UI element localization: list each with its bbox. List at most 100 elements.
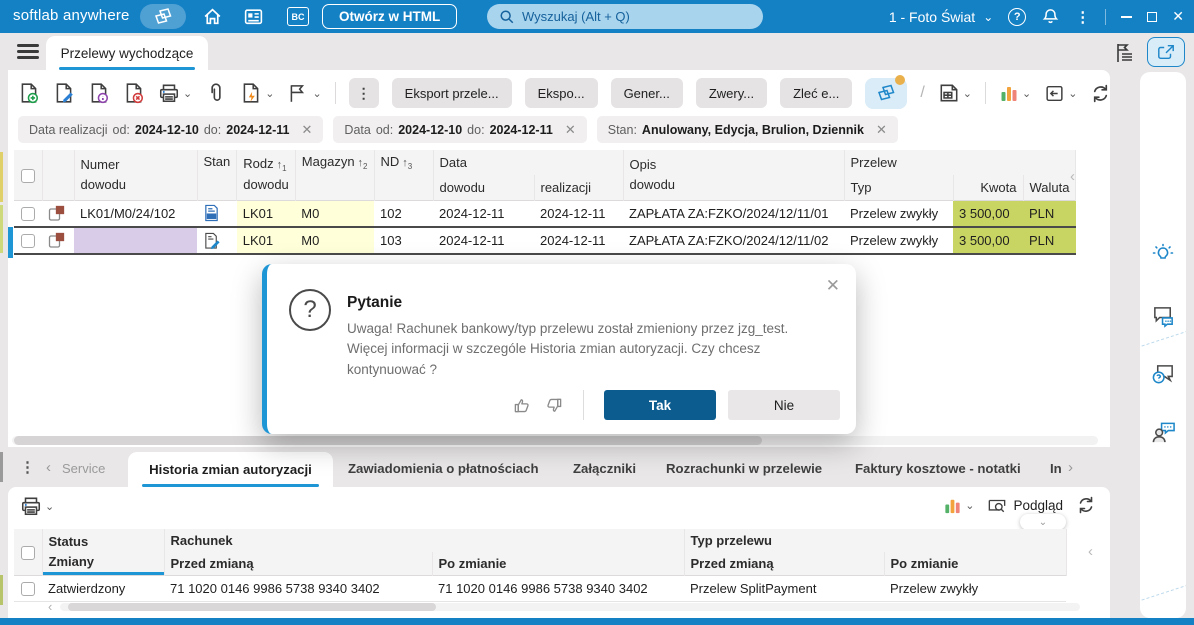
- export-transfers-button[interactable]: Eksport przele...: [391, 78, 512, 108]
- toolbar-more-button[interactable]: ⋮: [348, 78, 379, 108]
- lightbulb-icon[interactable]: [1151, 242, 1175, 266]
- print-button[interactable]: ⌄: [158, 82, 192, 104]
- tab-zawiadomienia[interactable]: Zawiadomienia o płatnościach: [348, 461, 539, 476]
- yes-button[interactable]: Tak: [604, 390, 716, 420]
- tab-rozrachunki[interactable]: Rozrachunki w przelewie: [666, 461, 822, 476]
- tab-in-truncated[interactable]: In: [1050, 461, 1062, 476]
- table-row-selected[interactable]: LK01 M0 103 2024-12-11 2024-12-11 ZAPŁAT…: [14, 226, 1076, 255]
- chevron-down-icon[interactable]: ⌄: [45, 500, 54, 513]
- dialog-close-icon[interactable]: ✕: [826, 276, 840, 296]
- company-selector[interactable]: 1 - Foto Świat ⌄: [889, 9, 993, 25]
- col-waluta[interactable]: Waluta: [1023, 175, 1077, 200]
- col-rachunek-po[interactable]: Po zmianie: [432, 552, 685, 575]
- col-stan[interactable]: Stan: [197, 150, 238, 200]
- order-button[interactable]: Zleć e...: [780, 78, 853, 108]
- maximize-button[interactable]: [1147, 11, 1158, 22]
- verify-button[interactable]: Zwery...: [695, 78, 768, 108]
- news-icon[interactable]: [243, 6, 264, 27]
- views-button[interactable]: [865, 74, 908, 109]
- col-data-dowodu[interactable]: dowodu: [433, 175, 535, 200]
- document-report-button[interactable]: ⌄: [938, 82, 972, 104]
- chevron-down-icon[interactable]: ⌄: [1022, 87, 1031, 100]
- col-rodz-dowodu[interactable]: Rodz ↑1 dowodu: [236, 150, 296, 200]
- col-numer-dowodu[interactable]: Numer dowodu: [74, 150, 198, 200]
- chevron-down-icon[interactable]: ⌄: [1068, 87, 1077, 100]
- protocol-flag-icon[interactable]: [1113, 41, 1137, 65]
- chevron-down-icon[interactable]: ⌄: [265, 87, 274, 100]
- open-in-html-button[interactable]: Otwórz w HTML: [322, 4, 458, 29]
- col-typ[interactable]: Typ: [844, 175, 954, 200]
- tabs-scroll-right-icon[interactable]: ›: [1068, 459, 1073, 476]
- quick-document-icon[interactable]: ⌄: [240, 82, 274, 104]
- minimize-button[interactable]: [1121, 15, 1133, 18]
- chevron-down-icon[interactable]: ⌄: [183, 87, 192, 100]
- workspaces-button[interactable]: [140, 4, 186, 29]
- document-info-icon[interactable]: [88, 82, 110, 104]
- chevron-down-icon[interactable]: ⌄: [312, 87, 321, 100]
- filter-data-realizacji[interactable]: Data realizacji od: 2024-12-10 do: 2024-12…: [18, 116, 324, 143]
- chevron-down-icon[interactable]: ⌄: [965, 499, 974, 512]
- col-nd[interactable]: ND ↑3: [374, 150, 434, 200]
- panel-collapse-button[interactable]: ⌄: [1044, 83, 1077, 104]
- refresh-icon[interactable]: [1076, 495, 1096, 515]
- no-button[interactable]: Nie: [728, 390, 840, 420]
- chart-button[interactable]: ⌄: [943, 496, 974, 515]
- col-typ-po[interactable]: Po zmianie: [884, 552, 1067, 575]
- home-icon[interactable]: [202, 6, 223, 27]
- close-window-button[interactable]: ✕: [1172, 8, 1184, 25]
- add-document-icon[interactable]: [18, 82, 40, 104]
- col-magazyn[interactable]: Magazyn ↑2: [295, 150, 375, 200]
- remove-filter-icon[interactable]: ✕: [565, 122, 576, 138]
- more-menu-icon[interactable]: ⋮: [1075, 8, 1090, 26]
- flag-button[interactable]: ⌄: [287, 82, 322, 104]
- col-rachunek-przed[interactable]: Przed zmianą: [164, 552, 433, 575]
- export-button[interactable]: Ekspo...: [524, 78, 598, 108]
- scroll-left-icon[interactable]: ‹: [48, 599, 52, 614]
- edit-document-icon[interactable]: [53, 82, 75, 104]
- remove-filter-icon[interactable]: ✕: [876, 122, 887, 138]
- col-typ-przed[interactable]: Przed zmianą: [684, 552, 885, 575]
- note-icon[interactable]: [42, 226, 74, 255]
- attachments-paperclip-icon[interactable]: [205, 82, 227, 104]
- menu-hamburger-icon[interactable]: [17, 44, 39, 62]
- col-kwota[interactable]: Kwota: [953, 175, 1024, 200]
- preview-button[interactable]: Podgląd: [987, 496, 1063, 514]
- scrollbar-thumb[interactable]: [68, 603, 436, 611]
- thumbs-down-icon[interactable]: [544, 396, 563, 415]
- col-status-zmiany[interactable]: Status Zmiany: [42, 529, 165, 575]
- print-button[interactable]: ⌄: [20, 495, 54, 517]
- tab-service[interactable]: Service: [62, 461, 105, 476]
- search-box[interactable]: [487, 4, 763, 29]
- scroll-left-icon[interactable]: ‹: [1088, 543, 1093, 560]
- table-row[interactable]: Zatwierdzony 71 1020 0146 9986 5738 9340…: [14, 575, 1066, 602]
- tab-historia-zmian-autoryzacji[interactable]: Historia zmian autoryzacji: [128, 452, 333, 487]
- notifications-bell-icon[interactable]: [1041, 7, 1060, 26]
- scrollbar-thumb[interactable]: [14, 436, 762, 445]
- select-all-checkbox[interactable]: [20, 545, 35, 560]
- filter-stan[interactable]: Stan: Anulowany, Edycja, Brulion, Dzienn…: [596, 116, 898, 143]
- tab-przelewy-wychodzace[interactable]: Przelewy wychodzące: [46, 36, 208, 70]
- row-checkbox[interactable]: [21, 234, 35, 249]
- row-checkbox[interactable]: [21, 207, 35, 222]
- chevron-down-icon[interactable]: ⌄: [963, 87, 972, 100]
- collapse-panel-button[interactable]: ⌄: [1020, 514, 1066, 530]
- note-icon[interactable]: [42, 200, 74, 228]
- help-chat-icon[interactable]: [1151, 362, 1176, 387]
- scroll-left-icon[interactable]: ‹: [1070, 168, 1075, 185]
- generate-button[interactable]: Gener...: [610, 78, 683, 108]
- share-button[interactable]: [1147, 37, 1185, 67]
- horizontal-scrollbar[interactable]: [12, 436, 1098, 445]
- tabs-scroll-left-icon[interactable]: ‹: [46, 459, 51, 476]
- tab-zalaczniki[interactable]: Załączniki: [573, 461, 636, 476]
- search-input[interactable]: [522, 9, 742, 24]
- chat-feedback-icon[interactable]: [1151, 304, 1176, 329]
- chart-button[interactable]: ⌄: [999, 83, 1031, 103]
- delete-document-icon[interactable]: [123, 82, 145, 104]
- select-all-checkbox[interactable]: [20, 168, 35, 183]
- help-button[interactable]: ?: [1008, 7, 1027, 26]
- thumbs-up-icon[interactable]: [513, 396, 532, 415]
- person-chat-icon[interactable]: [1151, 420, 1176, 445]
- row-checkbox[interactable]: [21, 581, 35, 596]
- bottom-tabs-menu-icon[interactable]: ⋮: [20, 458, 35, 476]
- table-row[interactable]: LK01/M0/24/102 LK01 M0 102 2024-12-11 20…: [14, 200, 1076, 228]
